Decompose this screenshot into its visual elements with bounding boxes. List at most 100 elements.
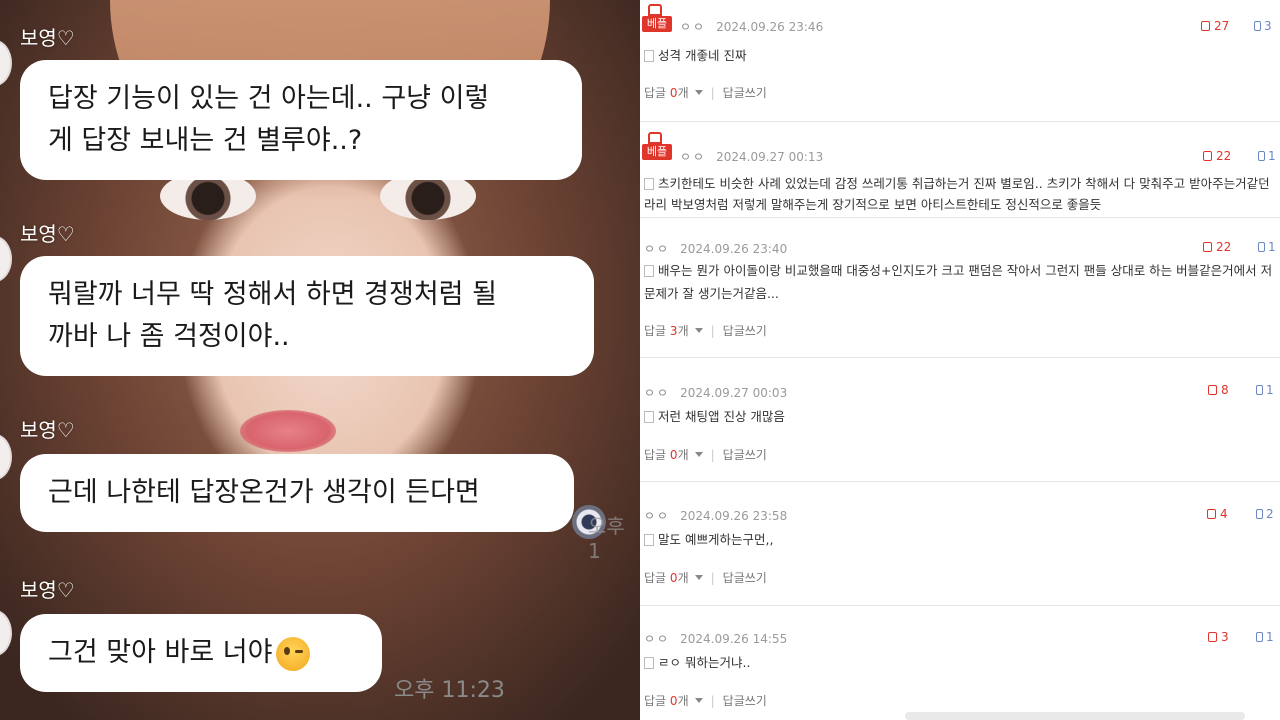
sender-avatar[interactable] xyxy=(0,434,12,480)
reply-toggle[interactable]: 답글 3개 xyxy=(644,324,703,338)
message-text: 그건 맞아 바로 너야 xyxy=(48,637,273,668)
comment-text: 저런 채팅앱 진상 개많음 xyxy=(644,407,785,426)
write-reply-link[interactable]: 답글쓰기 xyxy=(723,694,767,708)
write-reply-link[interactable]: 답글쓰기 xyxy=(723,571,767,585)
comment-meta: ㅇㅇ 2024.09.26 14:55 xyxy=(644,630,787,647)
comment-text: 성격 개좋네 진짜 xyxy=(644,46,746,65)
like-button[interactable]: 4 xyxy=(1207,507,1228,521)
dislike-button[interactable]: 1 xyxy=(1256,383,1274,397)
message-timestamp-partial: 오후 1 xyxy=(588,514,625,563)
reply-count: 0 xyxy=(669,448,678,462)
scrollbar[interactable] xyxy=(905,712,1245,720)
reply-count-suffix: 개 xyxy=(677,448,689,462)
thumbs-down-icon xyxy=(1256,509,1263,519)
comment-text-continued: 문제가 잘 생기는거같음... xyxy=(644,286,779,301)
comment-text-line: ㄹㅇ 뭐하는거냐.. xyxy=(658,655,751,670)
comment-date: 2024.09.27 00:13 xyxy=(716,150,824,164)
divider: | xyxy=(710,571,715,585)
like-count: 22 xyxy=(1216,149,1232,163)
document-icon xyxy=(644,534,654,546)
message-bubble: 뭐랄까 너무 딱 정해서 하면 경쟁처럼 될 까바 나 좀 걱정이야.. xyxy=(20,256,594,376)
comment-nickname: ㅇㅇ xyxy=(680,150,707,164)
message-line: 그건 맞아 바로 너야 xyxy=(48,632,354,674)
comment-text-line: 저런 채팅앱 진상 개많음 xyxy=(658,409,785,424)
message-line: 까바 나 좀 걱정이야.. xyxy=(48,321,290,352)
sender-name: 보영♡ xyxy=(20,222,75,246)
thumbs-up-icon xyxy=(1208,632,1217,642)
comment-text-line: 말도 예쁘게하는구먼,, xyxy=(658,532,774,547)
document-icon xyxy=(644,265,654,277)
message-line: 게 답장 보내는 건 별루야..? xyxy=(48,125,363,156)
comment-text-line: 배우는 뭔가 아이돌이랑 비교했을때 대중성+인지도가 크고 팬덤은 작아서 그… xyxy=(658,263,1273,278)
comment-meta: ㅇㅇ 2024.09.27 00:13 xyxy=(680,148,823,165)
message-bubble: 답장 기능이 있는 건 아는데.. 구냥 이렇 게 답장 보내는 건 별루야..… xyxy=(20,60,582,180)
like-count: 8 xyxy=(1221,383,1229,397)
dislike-count: 1 xyxy=(1268,240,1276,254)
comment-nickname: ㅇㅇ xyxy=(644,242,671,256)
comment-text: 말도 예쁘게하는구먼,, xyxy=(644,530,773,549)
reply-label: 답글 xyxy=(644,324,667,338)
like-button[interactable]: 27 xyxy=(1201,19,1229,33)
thumbs-up-icon xyxy=(648,132,662,144)
comment-meta: ㅇㅇ 2024.09.27 00:03 xyxy=(644,384,787,401)
wink-emoji-icon xyxy=(276,636,311,671)
reply-label: 답글 xyxy=(644,448,667,462)
best-comment-badge: 베플 xyxy=(642,132,672,162)
chevron-down-icon xyxy=(694,575,703,580)
reply-toggle[interactable]: 답글 0개 xyxy=(644,86,703,100)
divider: | xyxy=(710,694,715,708)
chevron-down-icon xyxy=(694,90,703,95)
sender-avatar[interactable] xyxy=(0,236,12,282)
reply-label: 답글 xyxy=(644,694,667,708)
message-bubble: 그건 맞아 바로 너야 xyxy=(20,614,382,692)
comment-footer: 답글 0개 | 답글쓰기 xyxy=(644,446,767,463)
like-button[interactable]: 8 xyxy=(1208,383,1229,397)
like-button[interactable]: 22 xyxy=(1203,240,1231,254)
reply-count: 0 xyxy=(669,571,678,585)
reply-toggle[interactable]: 답글 0개 xyxy=(644,448,703,462)
dislike-count: 1 xyxy=(1266,383,1274,397)
thumbs-up-icon xyxy=(648,4,662,16)
message-bubble: 근데 나한테 답장온건가 생각이 든다면 xyxy=(20,454,574,532)
best-comment-badge: 베플 xyxy=(642,4,672,34)
dislike-button[interactable]: 1 xyxy=(1258,240,1276,254)
comment-nickname: ㅇㅇ xyxy=(644,632,671,646)
reply-label: 답글 xyxy=(644,571,667,585)
comment-item: ㅇㅇ 2024.09.26 14:55 3 1 ㄹㅇ 뭐하는거냐.. 답글 0개 |… xyxy=(640,606,1280,720)
sender-avatar[interactable] xyxy=(0,610,12,656)
comment-footer: 답글 0개 | 답글쓰기 xyxy=(644,692,767,709)
comment-item: ㅇㅇ 2024.09.27 00:03 8 1 저런 채팅앱 진상 개많음 답글 … xyxy=(640,358,1280,482)
message-line: 근데 나한테 답장온건가 생각이 든다면 xyxy=(48,477,480,508)
thumbs-down-icon xyxy=(1256,385,1263,395)
like-button[interactable]: 22 xyxy=(1203,149,1231,163)
reply-count: 0 xyxy=(669,86,678,100)
reply-toggle[interactable]: 답글 0개 xyxy=(644,694,703,708)
comment-meta: ㅇㅇ 2024.09.26 23:58 xyxy=(644,507,787,524)
dislike-count: 2 xyxy=(1266,507,1274,521)
write-reply-link[interactable]: 답글쓰기 xyxy=(723,324,767,338)
comment-list: 베플 ㅇㅇ 2024.09.26 23:46 27 3 성격 개좋네 진짜 답글 … xyxy=(640,0,1280,720)
write-reply-link[interactable]: 답글쓰기 xyxy=(723,86,767,100)
message-line: 답장 기능이 있는 건 아는데.. 구냥 이렇 xyxy=(48,83,490,114)
comment-footer: 답글 0개 | 답글쓰기 xyxy=(644,84,767,101)
write-reply-link[interactable]: 답글쓰기 xyxy=(723,448,767,462)
best-label: 베플 xyxy=(642,16,672,32)
like-button[interactable]: 3 xyxy=(1208,630,1229,644)
dislike-button[interactable]: 3 xyxy=(1254,19,1272,33)
thumbs-down-icon xyxy=(1258,151,1265,161)
dislike-button[interactable]: 1 xyxy=(1256,630,1274,644)
reply-toggle[interactable]: 답글 0개 xyxy=(644,571,703,585)
thumbs-up-icon xyxy=(1208,385,1217,395)
dislike-button[interactable]: 1 xyxy=(1258,149,1276,163)
comment-item: 베플 ㅇㅇ 2024.09.26 23:46 27 3 성격 개좋네 진짜 답글 … xyxy=(640,0,1280,122)
comment-text-line: 성격 개좋네 진짜 xyxy=(658,48,747,63)
sender-name: 보영♡ xyxy=(20,418,75,442)
dislike-button[interactable]: 2 xyxy=(1256,507,1274,521)
comment-date: 2024.09.26 23:58 xyxy=(680,509,788,523)
chevron-down-icon xyxy=(694,328,703,333)
sender-avatar[interactable] xyxy=(0,40,12,86)
comment-text-continued: 라리 박보영처럼 저렇게 말해주는게 장기적으로 보면 아티스트한테도 정신적으… xyxy=(644,197,1102,212)
comment-text: 츠키한테도 비슷한 사례 있었는데 감정 쓰레기통 취급하는거 진짜 별로임..… xyxy=(644,174,1270,193)
comment-nickname: ㅇㅇ xyxy=(644,386,671,400)
thumbs-down-icon xyxy=(1256,632,1263,642)
